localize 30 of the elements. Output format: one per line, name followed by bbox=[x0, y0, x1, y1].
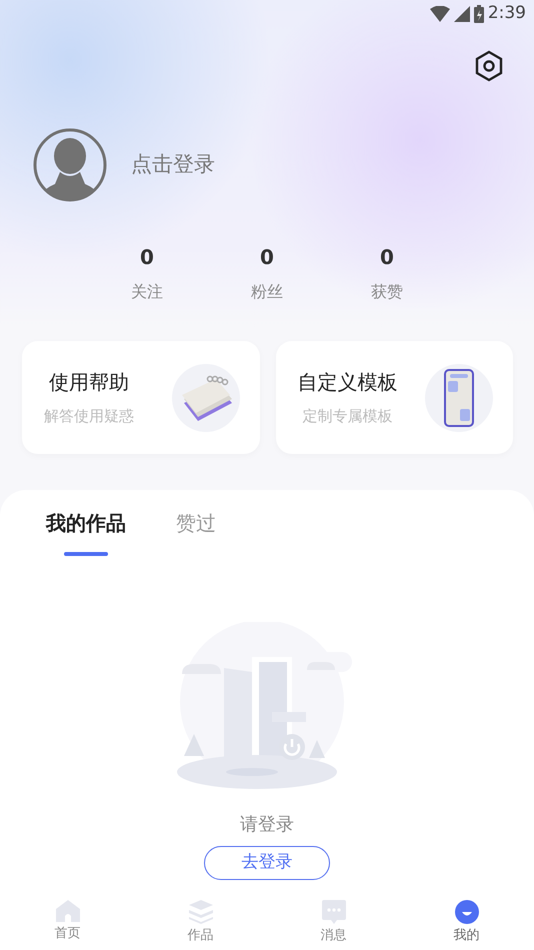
battery-icon bbox=[474, 5, 484, 23]
card-subtitle: 解答使用疑惑 bbox=[44, 406, 134, 428]
home-icon bbox=[56, 900, 80, 922]
stat-value[interactable]: 0 bbox=[380, 242, 394, 272]
stat-label[interactable]: 获赞 bbox=[371, 280, 403, 304]
card-title: 使用帮助 bbox=[49, 369, 129, 396]
stat-value[interactable]: 0 bbox=[140, 242, 154, 272]
wifi-icon bbox=[430, 6, 450, 22]
nav-tab[interactable]: 我的 bbox=[400, 898, 533, 950]
settings-icon[interactable] bbox=[474, 50, 504, 82]
avatar-icon[interactable] bbox=[33, 128, 107, 202]
tab[interactable]: 我的作品 bbox=[46, 508, 126, 538]
feature-card[interactable]: 使用帮助 解答使用疑惑 bbox=[22, 341, 260, 454]
stat-label[interactable]: 关注 bbox=[131, 280, 163, 304]
layers-icon bbox=[188, 900, 212, 924]
nav-tab[interactable]: 作品 bbox=[134, 898, 267, 950]
stat-value[interactable]: 0 bbox=[260, 242, 274, 272]
nav-tab[interactable]: 首页 bbox=[1, 898, 134, 950]
empty-message: 请登录 bbox=[240, 813, 294, 837]
card-subtitle: 定制专属模板 bbox=[302, 406, 392, 428]
login-prompt[interactable]: 点击登录 bbox=[131, 149, 215, 181]
stat-label[interactable]: 粉丝 bbox=[251, 280, 283, 304]
nav-tab[interactable]: 消息 bbox=[267, 898, 400, 950]
signal-icon bbox=[454, 6, 470, 22]
phone-icon bbox=[444, 368, 474, 426]
login-button[interactable]: 去登录 bbox=[204, 846, 330, 880]
feature-card[interactable]: 自定义模板 定制专属模板 bbox=[276, 341, 513, 454]
card-title: 自定义模板 bbox=[298, 369, 398, 396]
tab[interactable]: 赞过 bbox=[174, 508, 218, 538]
status-time: 2:39 bbox=[488, 2, 526, 26]
